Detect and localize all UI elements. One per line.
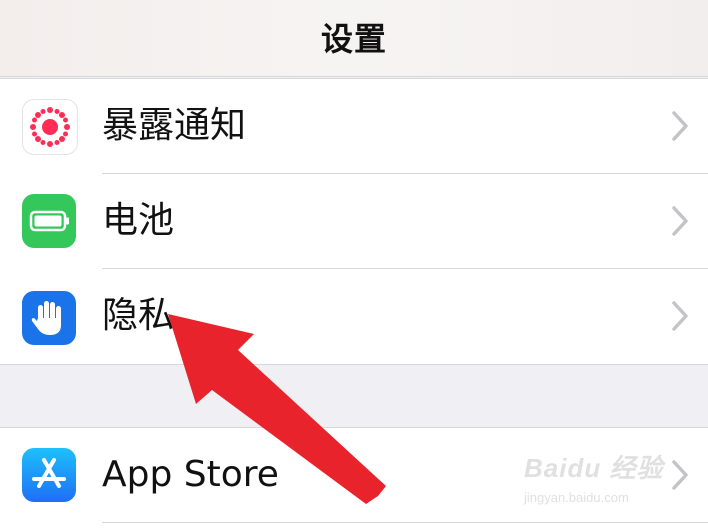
settings-row-label: 电池 [102,200,175,241]
watermark-brand: Baidu 经验 [524,453,664,483]
chevron-right-icon [672,111,688,141]
settings-row-privacy[interactable]: 隐私 [0,269,708,363]
row-separator [102,522,708,523]
chevron-right-icon [672,206,688,236]
battery-icon [22,194,76,248]
baidu-watermark: Baidu 经验 jingyan.baidu.com [524,446,694,514]
settings-row-label: 暴露通知 [102,105,247,146]
navigation-bar: 设置 [0,0,708,77]
chevron-right-icon [672,301,688,331]
page-title: 设置 [320,20,387,58]
watermark-url: jingyan.baidu.com [524,490,629,505]
settings-group: 暴露通知 电池 隐私 [0,78,708,365]
exposure-notification-icon [22,99,78,155]
settings-row-label: 隐私 [102,295,175,336]
settings-row-exposure-notification[interactable]: 暴露通知 [0,79,708,173]
app-store-icon [22,448,76,502]
privacy-hand-icon [22,291,76,345]
settings-row-battery[interactable]: 电池 [0,174,708,268]
settings-row-label: App Store [102,454,279,495]
settings-screen: 设置 暴露通知 电池 隐私 App Store Baidu 经验 jingyan… [0,0,708,528]
